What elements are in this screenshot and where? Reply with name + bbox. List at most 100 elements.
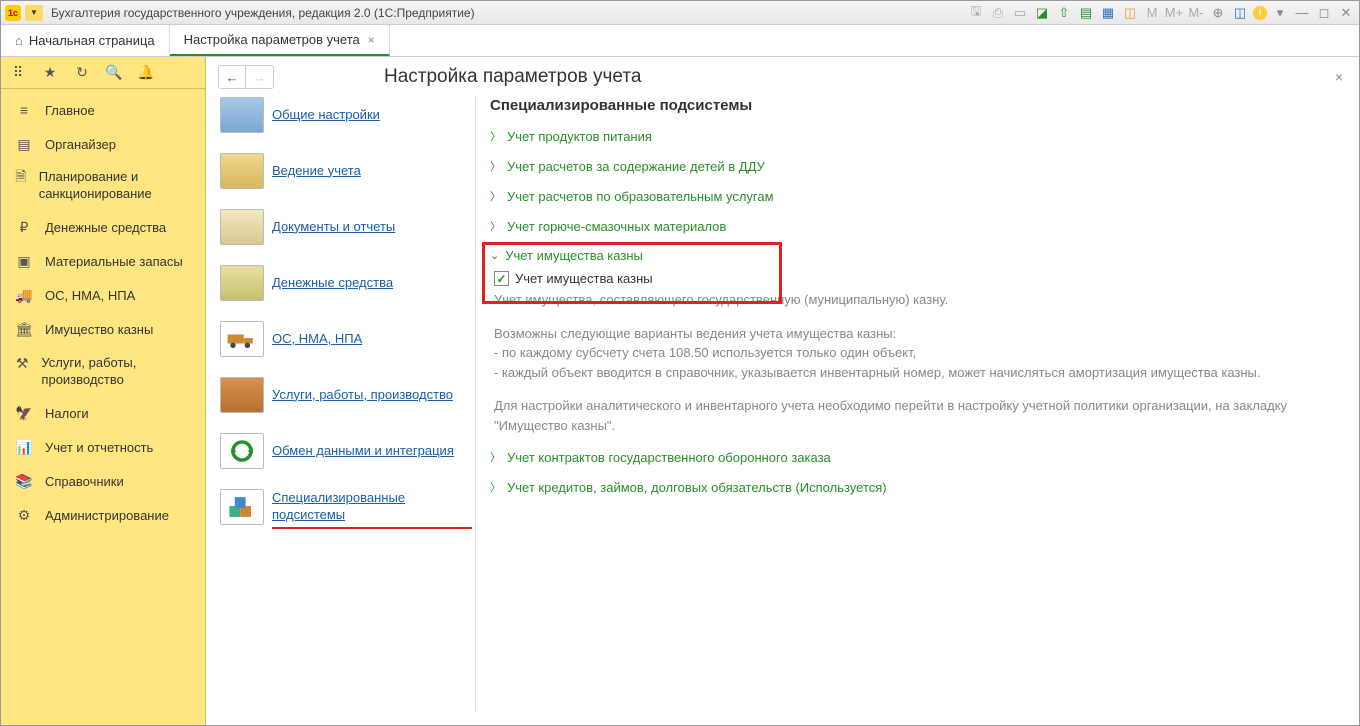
chevron-right-icon: 〉 bbox=[490, 449, 501, 465]
detail-toggle[interactable]: 〉 Учет расчетов по образовательным услуг… bbox=[490, 188, 1345, 204]
history-icon[interactable]: ↻ bbox=[73, 64, 91, 82]
window-close-icon[interactable]: ✕ bbox=[1337, 4, 1355, 22]
catalogs-icon: 📚 bbox=[13, 473, 35, 491]
info-icon[interactable]: i bbox=[1253, 6, 1267, 20]
desc-line: Возможны следующие варианты ведения учет… bbox=[494, 324, 1345, 344]
organizer-icon: ▤ bbox=[13, 135, 35, 153]
compare-icon[interactable]: ◪ bbox=[1033, 4, 1051, 22]
detail-toggle-expanded[interactable]: ⌄ Учет имущества казны bbox=[490, 248, 1345, 263]
sidebar: ⠿ ★ ↻ 🔍 🔔 ≡ Главное ▤ Органайзер 🗎 Плани… bbox=[1, 57, 206, 725]
print-icon[interactable]: ⎙ bbox=[989, 4, 1007, 22]
zoom-icon[interactable]: ⊕ bbox=[1209, 4, 1227, 22]
sidebar-item-organizer[interactable]: ▤ Органайзер bbox=[1, 127, 205, 161]
content: ← → Настройка параметров учета × Общие н… bbox=[206, 57, 1359, 725]
settings-nav-specialized[interactable]: Специализированные подсистемы bbox=[220, 489, 465, 525]
checkbox-row: ✓ Учет имущества казны bbox=[494, 271, 1345, 286]
settings-nav-services[interactable]: Услуги, работы, производство bbox=[220, 377, 465, 413]
settings-detail: Специализированные подсистемы 〉 Учет про… bbox=[475, 97, 1345, 711]
sidebar-label: Услуги, работы, производство bbox=[41, 355, 193, 389]
settings-nav-label: Специализированные подсистемы bbox=[272, 490, 465, 524]
truck-icon: 🚚 bbox=[13, 287, 35, 305]
m-icon[interactable]: M bbox=[1143, 4, 1161, 22]
sidebar-item-materials[interactable]: ▣ Материальные запасы bbox=[1, 245, 205, 279]
sidebar-item-services[interactable]: ⚒ Услуги, работы, производство bbox=[1, 347, 205, 397]
minimize-icon[interactable]: — bbox=[1293, 4, 1311, 22]
sidebar-item-reporting[interactable]: 📊 Учет и отчетность bbox=[1, 431, 205, 465]
chevron-down-icon: ⌄ bbox=[490, 249, 499, 262]
sidebar-item-planning[interactable]: 🗎 Планирование и санкционирование bbox=[1, 161, 205, 211]
sidebar-item-money[interactable]: ₽ Денежные средства bbox=[1, 211, 205, 245]
apps-icon[interactable]: ⠿ bbox=[9, 64, 27, 82]
settings-nav-assets[interactable]: ОС, НМА, НПА bbox=[220, 321, 465, 357]
tab-close-icon[interactable]: × bbox=[368, 33, 375, 47]
detail-toggle[interactable]: 〉 Учет расчетов за содержание детей в ДД… bbox=[490, 158, 1345, 174]
settings-nav-general[interactable]: Общие настройки bbox=[220, 97, 465, 133]
calculator-icon[interactable]: ▦ bbox=[1099, 4, 1117, 22]
detail-item-fuel: 〉 Учет горюче-смазочных материалов bbox=[490, 218, 1345, 234]
calendar-icon[interactable]: ◫ bbox=[1121, 4, 1139, 22]
m-minus-icon[interactable]: M- bbox=[1187, 4, 1205, 22]
settings-nav-label: Денежные средства bbox=[272, 275, 393, 292]
detail-label: Учет контрактов государственного оборонн… bbox=[507, 450, 831, 465]
m-plus-icon[interactable]: M+ bbox=[1165, 4, 1183, 22]
sidebar-item-treasury[interactable]: 🏛 Имущество казны bbox=[1, 313, 205, 347]
gear-icon: ⚙ bbox=[13, 507, 35, 525]
page-close-icon[interactable]: × bbox=[1331, 65, 1347, 89]
sidebar-item-admin[interactable]: ⚙ Администрирование bbox=[1, 499, 205, 533]
content-body: Общие настройки Ведение учета Документы … bbox=[206, 97, 1359, 725]
detail-toggle[interactable]: 〉 Учет горюче-смазочных материалов bbox=[490, 218, 1345, 234]
sidebar-item-assets[interactable]: 🚚 ОС, НМА, НПА bbox=[1, 279, 205, 313]
download-icon[interactable]: ▤ bbox=[1077, 4, 1095, 22]
detail-item-children: 〉 Учет расчетов за содержание детей в ДД… bbox=[490, 158, 1345, 174]
chevron-right-icon: 〉 bbox=[490, 128, 501, 144]
upload-icon[interactable]: ⇧ bbox=[1055, 4, 1073, 22]
sidebar-item-taxes[interactable]: 🦅 Налоги bbox=[1, 397, 205, 431]
settings-nav-exchange[interactable]: Обмен данными и интеграция bbox=[220, 433, 465, 469]
detail-expanded: ✓ Учет имущества казны Учет имущества, с… bbox=[494, 271, 1345, 435]
money-icon bbox=[220, 265, 264, 301]
detail-toggle[interactable]: 〉 Учет контрактов государственного оборо… bbox=[490, 449, 1345, 465]
detail-toggle[interactable]: 〉 Учет кредитов, займов, долговых обязат… bbox=[490, 479, 1345, 495]
sidebar-label: Администрирование bbox=[45, 508, 169, 523]
chevron-right-icon: 〉 bbox=[490, 218, 501, 234]
search-icon[interactable]: 🔍 bbox=[105, 64, 123, 82]
tab-home[interactable]: ⌂ Начальная страница bbox=[1, 25, 170, 56]
sidebar-item-main[interactable]: ≡ Главное bbox=[1, 93, 205, 127]
detail-item-credits: 〉 Учет кредитов, займов, долговых обязат… bbox=[490, 479, 1345, 495]
settings-nav-money[interactable]: Денежные средства bbox=[220, 265, 465, 301]
detail-label: Учет горюче-смазочных материалов bbox=[507, 219, 726, 234]
detail-toggle[interactable]: 〉 Учет продуктов питания bbox=[490, 128, 1345, 144]
forward-button[interactable]: → bbox=[246, 65, 274, 89]
settings-nav-label: Обмен данными и интеграция bbox=[272, 443, 454, 460]
dropdown-icon[interactable]: ▾ bbox=[1271, 4, 1289, 22]
settings-nav-label: Ведение учета bbox=[272, 163, 361, 180]
settings-nav-docs[interactable]: Документы и отчеты bbox=[220, 209, 465, 245]
checkbox-treasury[interactable]: ✓ bbox=[494, 271, 509, 286]
app-menu-dropdown[interactable]: ▼ bbox=[25, 5, 43, 21]
chevron-right-icon: 〉 bbox=[490, 188, 501, 204]
services-icon: ⚒ bbox=[13, 355, 31, 373]
sidebar-item-catalogs[interactable]: 📚 Справочники bbox=[1, 465, 205, 499]
settings-nav-label: Услуги, работы, производство bbox=[272, 387, 453, 404]
settings-nav-label: Общие настройки bbox=[272, 107, 380, 124]
menu-icon: ≡ bbox=[13, 101, 35, 119]
desc-block: Для настройки аналитического и инвентарн… bbox=[494, 396, 1345, 435]
home-icon: ⌂ bbox=[15, 33, 23, 48]
detail-label: Учет кредитов, займов, долговых обязател… bbox=[507, 480, 887, 495]
maximize-icon[interactable]: ◻ bbox=[1315, 4, 1333, 22]
star-icon[interactable]: ★ bbox=[41, 64, 59, 82]
save-icon[interactable]: 🖫 bbox=[967, 4, 985, 22]
planning-icon: 🗎 bbox=[13, 169, 29, 187]
back-button[interactable]: ← bbox=[218, 65, 246, 89]
document-icon[interactable]: ▭ bbox=[1011, 4, 1029, 22]
bell-icon[interactable]: 🔔 bbox=[137, 64, 155, 82]
tab-settings[interactable]: Настройка параметров учета × bbox=[170, 25, 390, 56]
panel-icon[interactable]: ◫ bbox=[1231, 4, 1249, 22]
window-title: Бухгалтерия государственного учреждения,… bbox=[51, 6, 967, 20]
sidebar-label: Справочники bbox=[45, 474, 124, 489]
sidebar-label: Планирование и санкционирование bbox=[39, 169, 193, 203]
settings-nav-accounting[interactable]: Ведение учета bbox=[220, 153, 465, 189]
detail-label: Учет продуктов питания bbox=[507, 129, 652, 144]
folder-icon bbox=[220, 153, 264, 189]
boxes-icon: ▣ bbox=[13, 253, 35, 271]
